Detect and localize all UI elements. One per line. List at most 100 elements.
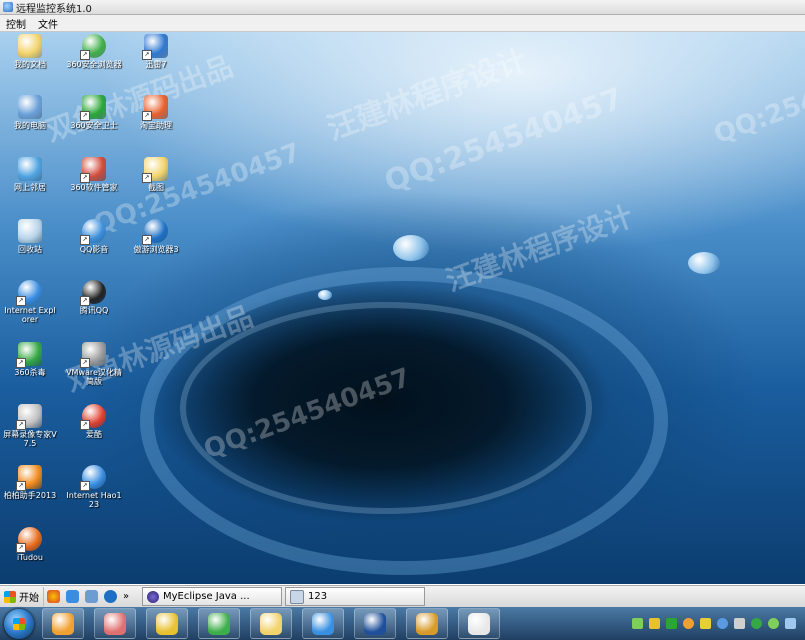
desktop-icon[interactable]: ↗ 淘宝助理 [128, 95, 184, 130]
desktop-icon[interactable]: ↗ Internet Explorer [2, 280, 58, 324]
warning-icon[interactable] [700, 618, 711, 629]
number-8-icon [364, 612, 386, 635]
desktop-icon-label: 360安全浏览器 [66, 60, 122, 69]
start-label: 开始 [19, 593, 39, 604]
shield-tray-icon[interactable] [666, 618, 677, 629]
desktop-icon[interactable]: ↗ 爱酷 [66, 404, 122, 439]
my-computer-icon [18, 95, 42, 119]
taskbar-pin[interactable] [198, 608, 240, 639]
menu-file[interactable]: 文件 [32, 16, 64, 31]
mascot-tray-icon[interactable] [683, 618, 694, 629]
desktop-icon-label: 迅雷7 [145, 60, 167, 69]
desktop-icon-label: Internet Hao123 [66, 491, 122, 509]
desktop-icon[interactable]: ↗ 屏幕录像专家V7.5 [2, 404, 58, 448]
taobao-assistant-icon: ↗ [142, 95, 168, 121]
potato-icon [156, 612, 178, 635]
taskbar-pin[interactable] [354, 608, 396, 639]
water-ring-inner [180, 302, 592, 514]
taskbar-pin[interactable] [94, 608, 136, 639]
desktop-icon-label: 傲游浏览器3 [133, 245, 179, 254]
shortcut-arrow-icon: ↗ [16, 481, 26, 491]
antivirus-tray-icon[interactable] [751, 618, 762, 629]
menu-bar: 控制 文件 [0, 15, 805, 32]
clover-icon[interactable] [768, 618, 779, 629]
desktop-icon-label: 截图 [148, 183, 164, 192]
desktop-icon[interactable]: 我的电脑 [2, 95, 58, 130]
taskbar-pin[interactable] [42, 608, 84, 639]
desktop-icon[interactable]: ↗ 360安全浏览器 [66, 34, 122, 69]
desktop-icon-label: 我的电脑 [14, 121, 46, 130]
maxthon-icon: ↗ [142, 219, 168, 245]
water-droplet [688, 252, 720, 274]
shortcut-arrow-icon: ↗ [80, 296, 90, 306]
windows-start-orb-icon[interactable] [4, 608, 34, 639]
desktop-icon[interactable]: 我的文档 [2, 34, 58, 69]
remote-desktop-view[interactable]: 汪建林程序设计 QQ:254540457 双鱼林源码出品 QQ:25454045… [0, 32, 805, 584]
desktop-icon[interactable]: ↗ QQ影音 [66, 219, 122, 254]
shortcut-arrow-icon: ↗ [16, 543, 26, 553]
internet-explorer-icon: ↗ [16, 280, 42, 306]
pinned-apps [42, 608, 510, 639]
folder-icon: ↗ [142, 157, 168, 183]
users-icon [104, 612, 126, 635]
key-icon[interactable] [649, 618, 660, 629]
shortcut-arrow-icon: ↗ [80, 50, 90, 60]
menu-control[interactable]: 控制 [0, 16, 32, 31]
taskbar-pin[interactable] [406, 608, 448, 639]
chevron-right-icon[interactable]: » [123, 590, 136, 603]
desktop-icon[interactable]: ↗ 腾讯QQ [66, 280, 122, 315]
desktop-icon-label: 回收站 [18, 245, 42, 254]
shortcut-arrow-icon: ↗ [142, 111, 152, 121]
volume-icon[interactable] [734, 618, 745, 629]
shortcut-arrow-icon: ↗ [142, 235, 152, 245]
desktop-icon-label: Internet Explorer [4, 306, 56, 324]
taskbar-item-123[interactable]: 123 [285, 587, 425, 606]
desktop-icon-label: 我的文档 [14, 60, 46, 69]
desktop-icon-label: 爱酷 [86, 430, 102, 439]
shortcut-arrow-icon: ↗ [80, 235, 90, 245]
battery-icon[interactable] [632, 618, 643, 629]
taskbar-pin[interactable] [146, 608, 188, 639]
browser-360-icon [208, 612, 230, 635]
java-icon [468, 612, 490, 635]
shortcut-arrow-icon: ↗ [80, 173, 90, 183]
window-app-icon [52, 612, 74, 635]
watermark: QQ:254540457 [710, 47, 805, 151]
desktop-icon-label: 360安全卫士 [70, 121, 118, 130]
security-360-icon: ↗ [80, 95, 106, 121]
watermark: 汪建林程序设计 [322, 42, 533, 148]
desktop-icon[interactable]: ↗ 迅雷7 [128, 34, 184, 69]
vmware-icon [416, 612, 438, 635]
desktop-icon[interactable]: ↗ 截图 [128, 157, 184, 192]
desktop-show-icon[interactable] [85, 590, 98, 603]
help-icon[interactable] [717, 618, 728, 629]
helper-2013-icon: ↗ [16, 465, 42, 491]
taskbar-pin[interactable] [250, 608, 292, 639]
desktop-icon[interactable]: 回收站 [2, 219, 58, 254]
desktop-icon[interactable]: ↗ 360杀毒 [2, 342, 58, 377]
desktop-icon[interactable]: ↗ 傲游浏览器3 [128, 219, 184, 254]
taskbar-pin[interactable] [302, 608, 344, 639]
color-balls-icon[interactable] [47, 590, 60, 603]
desktop-icon[interactable]: ↗ 360安全卫士 [66, 95, 122, 130]
start-button[interactable]: 开始 [0, 587, 44, 606]
taskbar-item-myeclipse[interactable]: MyEclipse Java ... [142, 587, 282, 606]
desktop-icon[interactable]: ↗ iTudou [2, 527, 58, 562]
taskbar-pin[interactable] [458, 608, 500, 639]
itudou-icon: ↗ [16, 527, 42, 553]
desktop-icon-label: 腾讯QQ [79, 306, 109, 315]
maxthon-icon[interactable] [104, 590, 117, 603]
software-360-icon: ↗ [80, 157, 106, 183]
desktop-icon[interactable]: ↗ VMware汉化精简版 [66, 342, 122, 386]
folder-documents-icon [18, 34, 42, 58]
desktop-icon[interactable]: 网上邻居 [2, 157, 58, 192]
desktop-icon[interactable]: ↗ 360软件管家 [66, 157, 122, 192]
network-tray-icon[interactable] [785, 618, 796, 629]
browser-360-icon: ↗ [80, 34, 106, 60]
desktop-icon[interactable]: ↗ Internet Hao123 [66, 465, 122, 509]
shortcut-arrow-icon: ↗ [80, 481, 90, 491]
shortcut-arrow-icon: ↗ [142, 50, 152, 60]
task-label: MyEclipse Java ... [163, 591, 250, 602]
desktop-icon[interactable]: ↗ 柏柏助手2013 [2, 465, 58, 500]
internet-explorer-icon[interactable] [66, 590, 79, 603]
